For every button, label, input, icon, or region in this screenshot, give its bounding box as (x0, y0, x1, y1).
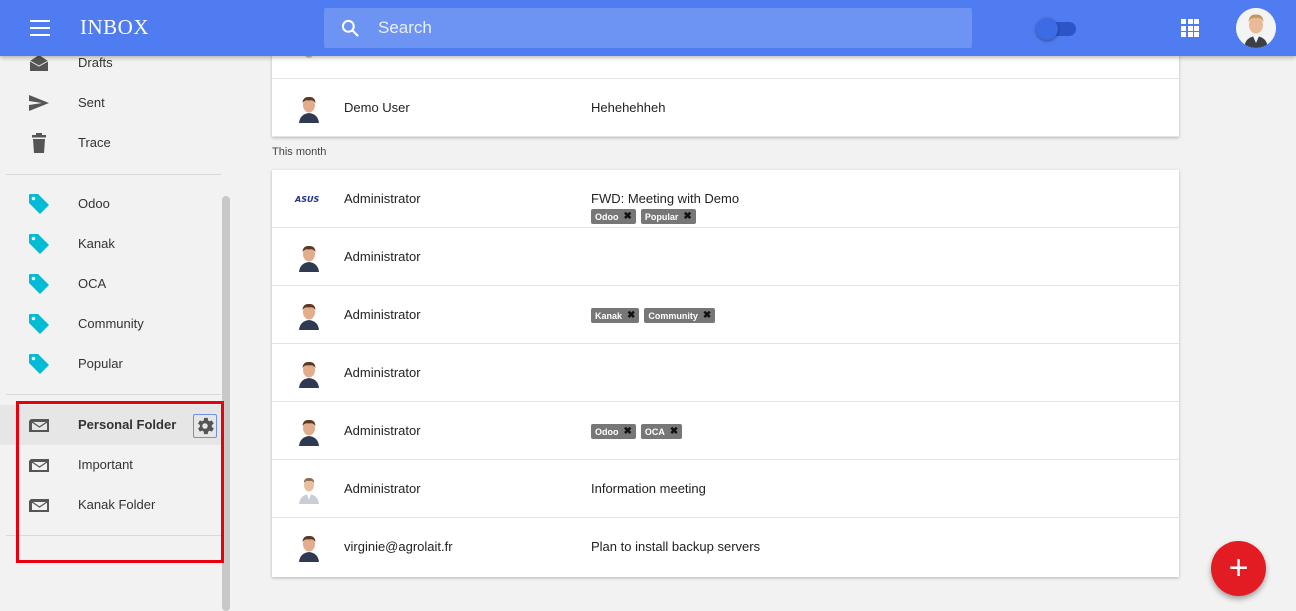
mail-subject: Hehehehheh (591, 100, 666, 115)
sidebar-item-label: Odoo (78, 196, 110, 211)
sidebar-item-label: Kanak (78, 236, 115, 251)
compose-button[interactable]: + (1211, 541, 1266, 596)
tag-list: Odoo ✖ OCA ✖ (591, 424, 683, 439)
sidebar-item-label: Sent (78, 95, 105, 110)
user-avatar[interactable] (1236, 8, 1276, 48)
mail-sender: Administrator (344, 481, 421, 496)
sidebar-item-label: Drafts (78, 55, 113, 70)
sidebar-divider (6, 535, 221, 536)
sidebar-item-label: Kanak Folder (78, 497, 156, 512)
search-icon[interactable] (340, 18, 360, 38)
sidebar-item-kanak[interactable]: Kanak (0, 224, 222, 264)
mail-sender: Administrator (344, 249, 421, 264)
sidebar-item-sent[interactable]: Sent (0, 83, 222, 123)
sidebar-item-kanak-folder[interactable]: Kanak Folder (0, 485, 222, 525)
remove-tag-icon[interactable]: ✖ (627, 310, 635, 321)
remove-tag-icon[interactable]: ✖ (683, 211, 691, 222)
avatar (299, 96, 319, 123)
remove-tag-icon[interactable]: ✖ (670, 426, 678, 437)
mail-subject: Plan to install backup servers (591, 539, 761, 554)
mail-sender: Administrator (344, 423, 421, 438)
page-title: INBOX (80, 15, 149, 39)
tag-list: Kanak ✖ Community ✖ (591, 308, 716, 323)
remove-tag-icon[interactable]: ✖ (624, 426, 632, 437)
table-row[interactable]: Administrator (272, 228, 1179, 286)
sidebar-item-label: Community (78, 316, 144, 331)
menu-icon[interactable] (30, 20, 50, 36)
mail-folder-icon (29, 459, 49, 472)
plus-icon: + (1228, 549, 1249, 587)
tag-list: Odoo ✖ Popular ✖ (591, 209, 696, 224)
avatar (299, 419, 319, 446)
mail-subject: FWD: Meeting with Demo (591, 191, 740, 206)
sidebar-item-personal-folder[interactable]: Personal Folder (0, 405, 222, 445)
sidebar-item-oca[interactable]: OCA (0, 264, 222, 304)
view-toggle[interactable] (1036, 18, 1076, 40)
mail-card-this-month: ASUS Administrator FWD: Meeting with Dem… (272, 170, 1179, 577)
sidebar-item-community[interactable]: Community (0, 304, 222, 344)
tag-badge: Popular ✖ (640, 209, 696, 224)
mail-sender: Demo User (344, 100, 410, 115)
search-input[interactable] (378, 8, 958, 48)
gear-icon (198, 417, 214, 435)
sidebar-item-label: Popular (78, 356, 123, 371)
sidebar-divider (6, 174, 221, 175)
remove-tag-icon[interactable]: ✖ (703, 310, 711, 321)
sidebar-item-label: Trace (78, 135, 111, 150)
table-row[interactable]: Administrator (272, 344, 1179, 402)
sidebar-item-popular[interactable]: Popular (0, 344, 222, 384)
tag-badge: Odoo ✖ (591, 424, 636, 439)
mail-sender: Administrator (344, 307, 421, 322)
tag-icon (29, 314, 49, 334)
avatar (299, 361, 319, 388)
avatar (299, 245, 319, 272)
sidebar-item-odoo[interactable]: Odoo (0, 184, 222, 224)
sidebar-item-trace[interactable]: Trace (0, 123, 222, 163)
mail-sender: Administrator (344, 191, 421, 206)
sidebar: Drafts Sent Trace Odoo Kanak OCA Communi… (0, 55, 230, 611)
section-label-this-month: This month (272, 146, 327, 158)
tag-badge: Community ✖ (644, 308, 716, 323)
send-icon (29, 95, 49, 111)
apps-grid-icon[interactable] (1181, 19, 1199, 37)
avatar (299, 303, 319, 330)
mail-subject: Information meeting (591, 481, 706, 496)
sidebar-scrollbar[interactable] (222, 196, 230, 611)
asus-logo: ASUS (294, 195, 319, 204)
avatar (299, 477, 319, 504)
mail-sender: Administrator (344, 365, 421, 380)
table-row[interactable]: virginie@agrolait.fr Plan to install bac… (272, 518, 1179, 576)
table-row[interactable]: Administrator Information meeting (272, 460, 1179, 518)
avatar (299, 535, 319, 562)
sidebar-item-label: Important (78, 457, 133, 472)
sidebar-divider (6, 394, 221, 395)
top-app-bar: INBOX (0, 0, 1296, 56)
folder-settings-button[interactable] (193, 414, 217, 438)
search-bar[interactable] (324, 8, 972, 48)
tag-icon (29, 234, 49, 254)
tag-icon (29, 274, 49, 294)
table-row[interactable]: ASUS Administrator FWD: Meeting with Dem… (272, 170, 1179, 228)
trash-icon (32, 133, 46, 153)
table-row[interactable]: Administrator Odoo ✖ OCA ✖ (272, 402, 1179, 460)
tag-badge: Odoo ✖ (591, 209, 636, 224)
sidebar-item-label: OCA (78, 276, 107, 291)
sidebar-item-label: Personal Folder (78, 417, 177, 432)
table-row[interactable]: Demo User Hehehehheh (272, 79, 1179, 137)
mail-sender: virginie@agrolait.fr (344, 539, 453, 554)
tag-badge: OCA ✖ (640, 424, 683, 439)
mail-folder-icon (29, 419, 49, 432)
tag-icon (29, 354, 49, 374)
tag-badge: Kanak ✖ (591, 308, 640, 323)
tag-icon (29, 194, 49, 214)
table-row[interactable]: Administrator Kanak ✖ Community ✖ (272, 286, 1179, 344)
remove-tag-icon[interactable]: ✖ (624, 211, 632, 222)
sidebar-item-important[interactable]: Important (0, 445, 222, 485)
svg-text:ASUS: ASUS (294, 195, 319, 204)
mail-folder-icon (29, 499, 49, 512)
